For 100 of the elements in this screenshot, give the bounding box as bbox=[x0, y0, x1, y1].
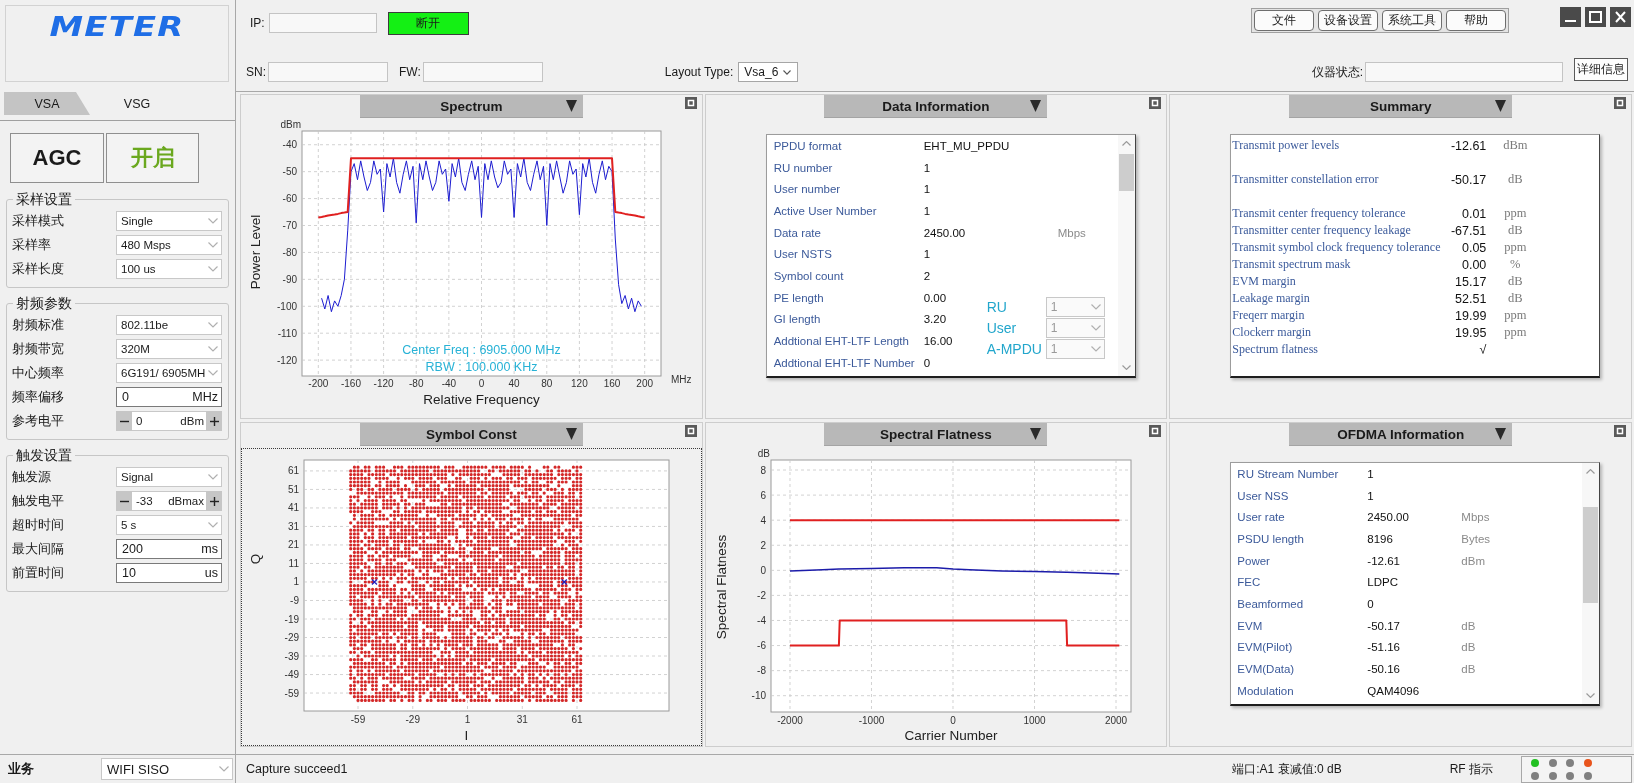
input-field[interactable]: -33 dBmax bbox=[132, 491, 206, 511]
group-title: 采样设置 bbox=[15, 191, 73, 207]
axis-unit-label: dB bbox=[757, 448, 770, 459]
unit-label: ppm bbox=[1503, 308, 1528, 323]
chevron-down-icon[interactable] bbox=[1121, 365, 1131, 370]
row-label: Power bbox=[1236, 554, 1271, 567]
axis-tick-label: 4 bbox=[760, 514, 766, 526]
axis-tick-label: 2 bbox=[760, 539, 766, 551]
caret-icon bbox=[1030, 100, 1042, 112]
input-field[interactable]: 0 dBm bbox=[132, 411, 206, 431]
axis-tick-label: 80 bbox=[541, 378, 553, 389]
close-icon[interactable] bbox=[1610, 7, 1631, 27]
row-label: EVM(Pilot) bbox=[1236, 641, 1294, 654]
row-value: -50.16 bbox=[1367, 663, 1401, 676]
maximize-icon[interactable] bbox=[684, 425, 697, 437]
logo: METER bbox=[49, 11, 185, 43]
tab[interactable]: VSG bbox=[94, 92, 180, 115]
increment-button[interactable] bbox=[206, 411, 222, 431]
unit-label: Mbps bbox=[1461, 511, 1490, 524]
maximize-icon[interactable] bbox=[1149, 425, 1162, 437]
metric-value: 15.17 bbox=[1454, 274, 1487, 289]
row-value: LDPC bbox=[1367, 576, 1399, 589]
row-value: 16.00 bbox=[923, 335, 954, 348]
ip-input[interactable] bbox=[268, 13, 377, 33]
caret-icon bbox=[1495, 100, 1507, 112]
axis-tick-label: -29 bbox=[284, 632, 299, 643]
minimize-icon[interactable] bbox=[1560, 7, 1581, 27]
tab[interactable]: VSA bbox=[4, 92, 90, 115]
chevron-up-icon[interactable] bbox=[1121, 141, 1131, 146]
selector-label: A-MPDU bbox=[986, 341, 1043, 357]
metric-value: 0.00 bbox=[1461, 257, 1487, 272]
axis-tick-label: -4 bbox=[756, 615, 766, 626]
connect-button[interactable]: 断开 bbox=[387, 12, 469, 35]
row-value: 1 bbox=[923, 248, 932, 261]
panel-title-dropdown[interactable]: Spectrum bbox=[359, 95, 583, 118]
chevron-down-icon bbox=[1090, 325, 1101, 331]
row-label: Data rate bbox=[772, 226, 822, 239]
agc-button[interactable]: AGC bbox=[10, 133, 104, 183]
axis-tick-label: -110 bbox=[277, 327, 297, 339]
field-label: 频率偏移 bbox=[12, 388, 64, 406]
axis-title: Q bbox=[248, 553, 263, 565]
maximize-icon[interactable] bbox=[684, 97, 697, 109]
panel-title-dropdown[interactable]: Summary bbox=[1289, 95, 1513, 118]
status-input[interactable] bbox=[1365, 62, 1563, 82]
scrollbar-thumb[interactable] bbox=[1118, 154, 1134, 191]
scrollbar[interactable] bbox=[1117, 135, 1135, 376]
unit-label: dB bbox=[1507, 274, 1524, 289]
panel-title-dropdown[interactable]: Spectral Flatness bbox=[824, 423, 1048, 446]
dropdown[interactable]: 480 Msps bbox=[116, 235, 222, 255]
menu-button[interactable]: 设备设置 bbox=[1318, 10, 1378, 31]
maximize-icon[interactable] bbox=[1614, 425, 1626, 437]
unit-label: dBm bbox=[180, 415, 204, 427]
chevron-down-icon[interactable] bbox=[1586, 693, 1596, 698]
maximize-icon[interactable] bbox=[1614, 97, 1626, 109]
fw-input[interactable] bbox=[422, 62, 543, 82]
metric-label: Transmitter constellation error bbox=[1231, 172, 1380, 187]
menu-button[interactable]: 文件 bbox=[1254, 10, 1314, 31]
maximize-icon[interactable] bbox=[1149, 97, 1162, 109]
dropdown[interactable]: Single bbox=[116, 211, 222, 231]
dropdown[interactable]: WIFI SISO bbox=[101, 758, 233, 780]
axis-tick-label: 1000 bbox=[1023, 715, 1046, 726]
chevron-down-icon bbox=[208, 266, 218, 272]
axis-tick-label: -70 bbox=[282, 220, 297, 231]
dropdown[interactable]: 320M bbox=[116, 339, 222, 359]
dropdown[interactable]: 6G191/ 6905MH bbox=[116, 363, 222, 383]
metric-label: Freqerr margin bbox=[1231, 308, 1306, 323]
decrement-button[interactable] bbox=[116, 411, 132, 431]
axis-tick-label: -49 bbox=[284, 669, 299, 681]
scrollbar-thumb[interactable] bbox=[1583, 507, 1599, 603]
input-field[interactable]: 200 ms bbox=[116, 539, 222, 559]
chevron-down-icon bbox=[208, 218, 218, 224]
menu-button[interactable]: 系统工具 bbox=[1382, 10, 1442, 31]
dropdown[interactable]: 100 us bbox=[116, 259, 222, 279]
dropdown[interactable]: 5 s bbox=[116, 515, 222, 535]
dropdown[interactable]: Signal bbox=[116, 467, 222, 487]
details-button[interactable]: 详细信息 bbox=[1574, 58, 1628, 81]
axis-tick-label: 11 bbox=[288, 557, 299, 569]
panel-title-dropdown[interactable]: OFDMA Information bbox=[1289, 423, 1513, 446]
sn-input[interactable] bbox=[268, 62, 388, 82]
input-field[interactable]: 0 MHz bbox=[116, 387, 222, 407]
metric-value: √ bbox=[1478, 342, 1487, 357]
decrement-button[interactable] bbox=[116, 491, 132, 511]
input-field[interactable]: 10 us bbox=[116, 563, 222, 583]
row-label: RU Stream Number bbox=[1236, 467, 1340, 480]
menu-button[interactable]: 帮助 bbox=[1446, 10, 1506, 31]
dropdown[interactable]: 802.11be bbox=[116, 315, 222, 335]
scrollbar[interactable] bbox=[1582, 463, 1600, 704]
field-label: 业务 bbox=[8, 760, 34, 778]
increment-button[interactable] bbox=[206, 491, 222, 511]
axis-tick-label: -60 bbox=[282, 193, 297, 205]
unit-label: ppm bbox=[1503, 325, 1528, 340]
axis-tick-label: -80 bbox=[282, 246, 297, 258]
chevron-up-icon[interactable] bbox=[1586, 469, 1596, 474]
axis-tick-label: -8 bbox=[756, 665, 766, 677]
field-label: 参考电平 bbox=[12, 412, 64, 430]
layout-type-dropdown[interactable]: Vsa_6 bbox=[738, 62, 799, 82]
chevron-down-icon bbox=[208, 322, 218, 328]
panel-title-dropdown[interactable]: Data Information bbox=[824, 95, 1048, 118]
maximize-icon[interactable] bbox=[1585, 7, 1606, 27]
panel-title-dropdown[interactable]: Symbol Const bbox=[359, 423, 583, 446]
